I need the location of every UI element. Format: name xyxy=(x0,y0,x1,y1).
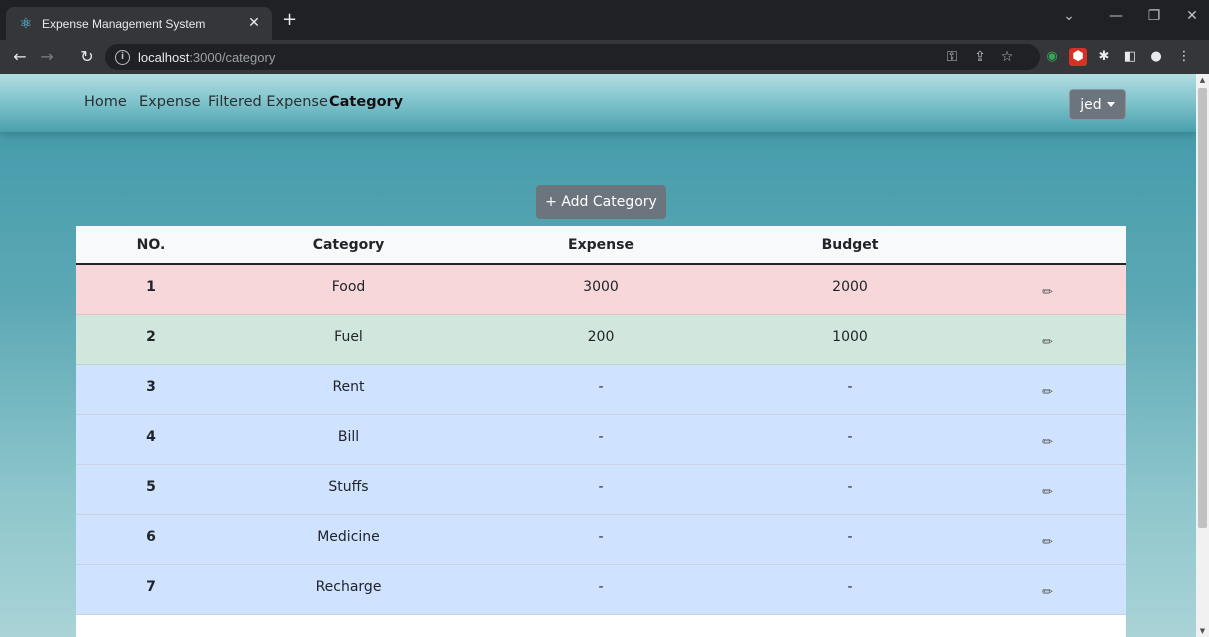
header-category: Category xyxy=(226,226,471,265)
user-name: jed xyxy=(1080,96,1102,113)
edit-pencil-icon[interactable]: ✏ xyxy=(1042,585,1053,600)
password-key-icon[interactable]: ⚿ xyxy=(943,49,961,65)
row-expense: 3000 xyxy=(471,264,731,315)
row-actions: ✏ xyxy=(969,414,1126,465)
table-row: 6 Medicine - - ✏ xyxy=(76,514,1126,565)
row-number: 1 xyxy=(76,264,226,315)
react-favicon-icon: ⚛ xyxy=(19,15,33,32)
row-expense: - xyxy=(471,414,731,465)
share-icon[interactable]: ⇪ xyxy=(971,49,989,65)
table-row: 1 Food 3000 2000 ✏ xyxy=(76,264,1126,315)
row-number: 3 xyxy=(76,364,226,415)
edit-pencil-icon[interactable]: ✏ xyxy=(1042,385,1053,400)
table-row: 4 Bill - - ✏ xyxy=(76,414,1126,465)
row-number: 6 xyxy=(76,514,226,565)
minimize-icon[interactable]: — xyxy=(1106,8,1126,24)
restore-icon[interactable]: ❐ xyxy=(1144,8,1164,24)
forward-icon[interactable]: → xyxy=(37,47,57,66)
edit-pencil-icon[interactable]: ✏ xyxy=(1042,435,1053,450)
nav-category[interactable]: Category xyxy=(329,94,403,110)
row-budget: 1000 xyxy=(731,314,969,365)
row-number: 5 xyxy=(76,464,226,515)
close-window-icon[interactable]: ✕ xyxy=(1182,8,1202,24)
profile-icon[interactable]: ● xyxy=(1147,48,1165,66)
table-row: 5 Stuffs - - ✏ xyxy=(76,464,1126,515)
row-number: 4 xyxy=(76,414,226,465)
row-budget: - xyxy=(731,564,969,615)
nav-home[interactable]: Home xyxy=(84,94,127,110)
row-category: Recharge xyxy=(226,564,471,615)
row-actions: ✏ xyxy=(969,464,1126,515)
edit-pencil-icon[interactable]: ✏ xyxy=(1042,285,1053,300)
row-budget: - xyxy=(731,414,969,465)
app-navbar: Home Expense Filtered Expense Category j… xyxy=(0,74,1196,132)
extensions-puzzle-icon[interactable]: ✱ xyxy=(1095,48,1113,66)
extension-red-icon[interactable]: ⬢ xyxy=(1069,48,1087,66)
reload-icon[interactable]: ↻ xyxy=(77,47,97,66)
row-category: Bill xyxy=(226,414,471,465)
vertical-scrollbar[interactable]: ▲ ▼ xyxy=(1196,74,1209,637)
address-bar[interactable]: i localhost:3000/category ⚿ ⇪ ☆ xyxy=(105,44,1040,70)
nav-expense[interactable]: Expense xyxy=(139,94,201,110)
url-path: :3000/category xyxy=(189,49,276,65)
browser-toolbar: ← → ↻ i localhost:3000/category ⚿ ⇪ ☆ ◉ … xyxy=(0,40,1209,74)
edit-pencil-icon[interactable]: ✏ xyxy=(1042,485,1053,500)
row-expense: - xyxy=(471,514,731,565)
header-actions xyxy=(969,226,1126,265)
scroll-up-icon[interactable]: ▲ xyxy=(1196,76,1209,84)
row-category: Fuel xyxy=(226,314,471,365)
url-host: localhost xyxy=(138,49,190,65)
table-row: 7 Recharge - - ✏ xyxy=(76,564,1126,615)
page-content: Home Expense Filtered Expense Category j… xyxy=(0,74,1196,637)
row-actions: ✏ xyxy=(969,564,1126,615)
browser-tab[interactable]: ⚛ Expense Management System ✕ xyxy=(6,7,272,40)
row-actions: ✏ xyxy=(969,264,1126,315)
row-budget: - xyxy=(731,464,969,515)
extension-circle-icon[interactable]: ◉ xyxy=(1043,48,1061,66)
category-table: NO. Category Expense Budget 1 Food 3000 200… xyxy=(76,226,1126,637)
tab-search-icon[interactable]: ⌄ xyxy=(1059,8,1079,24)
row-expense: - xyxy=(471,564,731,615)
edit-pencil-icon[interactable]: ✏ xyxy=(1042,535,1053,550)
tab-title: Expense Management System xyxy=(42,16,206,31)
row-number: 7 xyxy=(76,564,226,615)
caret-down-icon xyxy=(1106,102,1115,107)
table-row: 2 Fuel 200 1000 ✏ xyxy=(76,314,1126,365)
header-budget: Budget xyxy=(731,226,969,265)
table-header-row: NO. Category Expense Budget xyxy=(76,226,1126,265)
row-actions: ✏ xyxy=(969,514,1126,565)
bookmark-star-icon[interactable]: ☆ xyxy=(998,49,1016,65)
menu-kebab-icon[interactable]: ⋮ xyxy=(1175,48,1193,66)
row-budget: - xyxy=(731,514,969,565)
row-actions: ✏ xyxy=(969,364,1126,415)
row-category: Medicine xyxy=(226,514,471,565)
row-number: 2 xyxy=(76,314,226,365)
edit-pencil-icon[interactable]: ✏ xyxy=(1042,335,1053,350)
add-category-button[interactable]: + Add Category xyxy=(536,185,666,219)
row-expense: - xyxy=(471,364,731,415)
site-info-icon[interactable]: i xyxy=(115,49,130,65)
row-actions: ✏ xyxy=(969,314,1126,365)
new-tab-icon[interactable]: + xyxy=(282,10,297,30)
row-expense: 200 xyxy=(471,314,731,365)
back-icon[interactable]: ← xyxy=(10,47,30,66)
header-no: NO. xyxy=(76,226,226,265)
scrollbar-thumb[interactable] xyxy=(1198,88,1207,528)
row-category: Food xyxy=(226,264,471,315)
nav-filtered-expense[interactable]: Filtered Expense xyxy=(208,94,328,110)
row-budget: - xyxy=(731,364,969,415)
row-category: Rent xyxy=(226,364,471,415)
row-budget: 2000 xyxy=(731,264,969,315)
row-expense: - xyxy=(471,464,731,515)
side-panel-icon[interactable]: ◧ xyxy=(1121,48,1139,66)
table-row: 3 Rent - - ✏ xyxy=(76,364,1126,415)
browser-tab-bar: ⚛ Expense Management System ✕ + ⌄ — ❐ ✕ xyxy=(0,0,1209,40)
user-dropdown-button[interactable]: jed xyxy=(1069,89,1126,120)
tab-close-icon[interactable]: ✕ xyxy=(246,15,262,31)
header-expense: Expense xyxy=(471,226,731,265)
row-category: Stuffs xyxy=(226,464,471,515)
scroll-down-icon[interactable]: ▼ xyxy=(1196,627,1209,635)
